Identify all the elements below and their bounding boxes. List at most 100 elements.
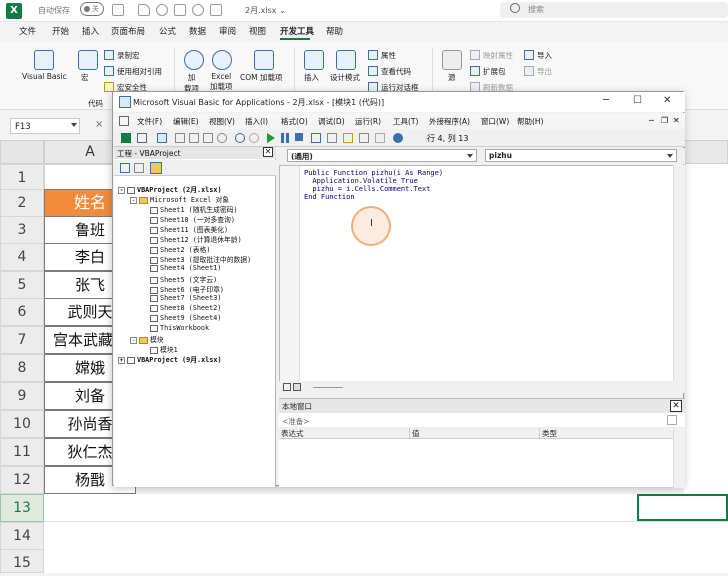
tree-node-sheet[interactable]: Sheet3 (提取批注中的数据) [150, 254, 251, 264]
tree-node-sheet[interactable]: Sheet8 (Sheet2) [150, 304, 221, 312]
toolbox-icon[interactable] [375, 133, 385, 143]
menu-format[interactable]: 格式(O) [281, 116, 308, 127]
object-browser-icon[interactable] [359, 133, 369, 143]
macro-icon[interactable] [78, 50, 98, 70]
tree-node-sheet[interactable]: Sheet7 (Sheet3) [150, 294, 221, 302]
insert-userform-icon[interactable] [137, 133, 147, 143]
find-icon[interactable] [217, 133, 227, 143]
project-explorer-icon[interactable] [327, 133, 337, 143]
menu-debug[interactable]: 调试(D) [318, 116, 345, 127]
tree-node-sheet[interactable]: Sheet6 (电子印章) [150, 284, 224, 294]
tree-node-workbook[interactable]: ThisWorkbook [150, 324, 209, 332]
row-header[interactable]: 15 [0, 549, 44, 573]
tab-home[interactable]: 开始 [52, 25, 69, 37]
macro-button[interactable]: 宏 [81, 72, 89, 83]
row-header[interactable]: 8 [0, 354, 44, 382]
call-stack-icon[interactable] [667, 415, 677, 425]
menu-file[interactable]: 文件(F) [137, 116, 162, 127]
excel-view-icon[interactable] [121, 133, 131, 143]
code-line[interactable]: Public Function pizhu(i As Range) [304, 169, 443, 177]
procedure-dropdown[interactable]: pizhu [485, 149, 677, 162]
collapse-icon[interactable]: - [130, 336, 137, 344]
menu-add-ins[interactable]: 外接程序(A) [429, 116, 470, 127]
export-button[interactable]: 导出 [537, 66, 552, 77]
row-header[interactable]: 10 [0, 410, 44, 438]
tree-node-project[interactable]: - VBAProject (2月.xlsx) [118, 184, 222, 194]
document-title[interactable]: 2月.xlsx ⌄ [245, 5, 286, 16]
child-minimize-icon[interactable]: ─ [649, 116, 654, 125]
properties-window-icon[interactable] [343, 133, 353, 143]
tree-node-sheet[interactable]: Sheet11 (图表美化) [150, 224, 228, 234]
undo-icon[interactable] [192, 4, 204, 16]
design-mode-button[interactable]: 设计模式 [330, 72, 360, 83]
com-add-ins-icon[interactable] [254, 50, 274, 70]
menu-help[interactable]: 帮助(H) [517, 116, 544, 127]
tree-node-sheet[interactable]: Sheet9 (Sheet4) [150, 314, 221, 322]
minimize-icon[interactable]: ─ [603, 95, 609, 106]
row-header[interactable]: 6 [0, 298, 44, 326]
grid-area[interactable] [44, 494, 728, 573]
row-header[interactable]: 14 [0, 522, 44, 550]
row-header[interactable]: 1 [0, 164, 44, 192]
tree-node-folder[interactable]: - 模块 [130, 334, 164, 344]
filter-icon[interactable] [138, 4, 150, 16]
tab-page-layout[interactable]: 页面布局 [111, 25, 145, 37]
properties-button[interactable]: 属性 [381, 50, 396, 61]
stop-icon[interactable] [295, 133, 303, 141]
cell-icon[interactable] [210, 4, 222, 16]
save-icon[interactable] [112, 4, 124, 16]
close-icon[interactable]: ✕ [663, 95, 671, 106]
row-header[interactable]: 5 [0, 271, 44, 299]
cut-icon[interactable] [175, 133, 185, 143]
paste-icon[interactable] [203, 133, 213, 143]
maximize-icon[interactable]: ☐ [633, 95, 642, 106]
design-mode-icon[interactable] [336, 50, 356, 70]
tree-node-project[interactable]: + VBAProject (9月.xlsx) [118, 354, 222, 364]
row-header[interactable]: 4 [0, 243, 44, 271]
run-icon[interactable] [267, 133, 275, 143]
camera-icon[interactable] [156, 4, 168, 16]
toolbox-icon[interactable] [304, 50, 324, 70]
autosave-toggle[interactable]: 关 [80, 2, 104, 16]
tab-insert[interactable]: 插入 [82, 25, 99, 37]
row-header[interactable]: 3 [0, 216, 44, 244]
import-button[interactable]: 导入 [537, 50, 552, 61]
toggle-folders-icon[interactable] [150, 162, 162, 174]
row-header[interactable]: 11 [0, 438, 44, 466]
view-code-button[interactable]: 查看代码 [381, 66, 411, 77]
visual-basic-icon[interactable] [34, 50, 54, 70]
tree-node-module[interactable]: 模块1 [150, 344, 178, 354]
tree-node-sheet[interactable]: Sheet4 (Sheet1) [150, 264, 221, 272]
locals-scrollbar[interactable] [673, 427, 685, 488]
visual-basic-button[interactable]: Visual Basic [22, 72, 67, 81]
code-line[interactable]: pizhu = i.Cells.Comment.Text [304, 185, 430, 193]
add-ins-icon[interactable] [184, 50, 204, 70]
row-header[interactable]: 7 [0, 326, 44, 354]
collapse-icon[interactable]: - [118, 186, 125, 194]
view-code-icon[interactable] [120, 163, 130, 173]
close-icon[interactable]: ✕ [263, 147, 273, 157]
tree-node-sheet[interactable]: Sheet10 (一对多查询) [150, 214, 235, 224]
help-icon[interactable] [393, 133, 403, 143]
com-add-ins-button[interactable]: COM 加载项 [240, 72, 283, 83]
save-icon[interactable] [157, 133, 167, 143]
cancel-formula-button[interactable]: × [95, 119, 103, 130]
redo-icon[interactable] [249, 133, 259, 143]
menu-view[interactable]: 视图(V) [209, 116, 235, 127]
tree-node-sheet[interactable]: Sheet2 (表格) [150, 244, 210, 254]
code-scrollbar[interactable] [673, 165, 685, 390]
relative-ref-button[interactable]: 使用相对引用 [117, 66, 162, 77]
tab-view[interactable]: 视图 [249, 25, 266, 37]
pause-icon[interactable] [281, 133, 289, 143]
select-all-corner[interactable] [0, 140, 44, 164]
tab-help[interactable]: 帮助 [326, 25, 343, 37]
tree-node-sheet[interactable]: Sheet12 (计算退休年龄) [150, 234, 242, 244]
tree-node-folder[interactable]: - Microsoft Excel 对象 [130, 194, 229, 204]
copy-icon[interactable] [189, 133, 199, 143]
full-module-view-icon[interactable] [293, 383, 301, 391]
procedure-view-icon[interactable] [283, 383, 291, 391]
insert-control-button[interactable]: 插入 [304, 72, 319, 83]
col-expression[interactable]: 表达式 [279, 428, 304, 439]
tab-file[interactable]: 文件 [19, 25, 36, 37]
design-mode-icon[interactable] [311, 133, 321, 143]
